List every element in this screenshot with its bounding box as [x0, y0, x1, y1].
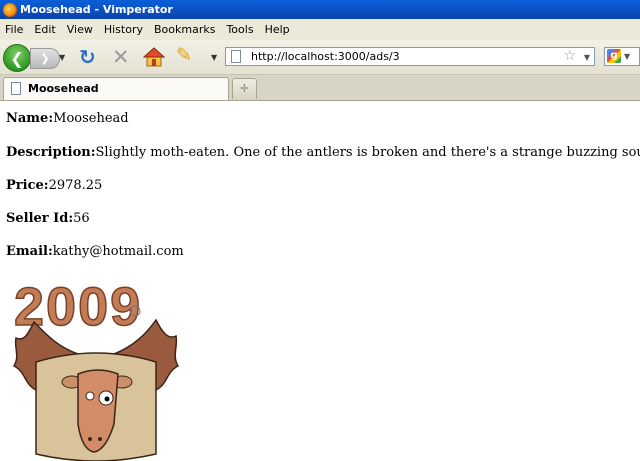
- url-text[interactable]: http://localhost:3000/ads/3: [251, 50, 400, 63]
- menu-view[interactable]: View: [67, 23, 93, 36]
- window-title: Moosehead - Vimperator: [20, 3, 173, 16]
- ad-email: kathy@hotmail.com: [52, 244, 184, 259]
- ad-price-row: Price:2978.25: [6, 178, 102, 193]
- tab-label: Moosehead: [28, 82, 99, 95]
- search-engine-box[interactable]: g ▼: [604, 47, 640, 66]
- bookmark-star-icon[interactable]: ☆: [563, 48, 576, 64]
- reload-icon[interactable]: ↻: [79, 45, 96, 69]
- window-titlebar: Moosehead - Vimperator: [0, 0, 640, 19]
- description-label: Description:: [6, 145, 96, 160]
- home-icon[interactable]: [143, 46, 165, 68]
- forward-arrow-icon: ❯: [40, 52, 50, 65]
- ad-name: Moosehead: [53, 111, 129, 126]
- seller-label: Seller Id:: [6, 211, 74, 226]
- new-tab-button[interactable]: ✛: [232, 78, 257, 99]
- ad-name-row: Name:Moosehead: [6, 111, 129, 126]
- ad-seller-row: Seller Id:56: [6, 211, 90, 226]
- plus-icon: ✛: [239, 82, 250, 95]
- menu-edit[interactable]: Edit: [34, 23, 55, 36]
- moosehead-image: 2009: [12, 276, 180, 461]
- name-label: Name:: [6, 111, 54, 126]
- menu-help[interactable]: Help: [265, 23, 290, 36]
- back-button[interactable]: ❮: [3, 44, 31, 72]
- tab-moosehead[interactable]: Moosehead: [3, 77, 229, 100]
- history-dropdown-icon[interactable]: ▼: [59, 53, 65, 62]
- ad-description: Slightly moth-eaten. One of the antlers …: [95, 145, 640, 160]
- url-bar[interactable]: http://localhost:3000/ads/3 ☆ ▼: [225, 47, 595, 66]
- email-label: Email:: [6, 244, 53, 259]
- forward-button[interactable]: ❯: [30, 48, 60, 69]
- price-label: Price:: [6, 178, 49, 193]
- google-icon[interactable]: g: [607, 49, 621, 63]
- page-icon: [11, 82, 21, 95]
- ad-price: 2978.25: [48, 178, 103, 193]
- url-dropdown-icon[interactable]: ▼: [584, 53, 590, 62]
- ad-description-row: Description:Slightly moth-eaten. One of …: [6, 145, 640, 160]
- menu-bar: File Edit View History Bookmarks Tools H…: [0, 19, 640, 40]
- menu-tools[interactable]: Tools: [226, 23, 253, 36]
- menu-history[interactable]: History: [104, 23, 143, 36]
- page-content: Name:Moosehead Description:Slightly moth…: [0, 101, 640, 461]
- back-arrow-icon: ❮: [10, 48, 24, 68]
- navigation-toolbar: ❮ ❯ ▼ ↻ ✕ ✎ ▼ http://localhost:3000/ads/…: [0, 40, 640, 75]
- page-icon: [231, 50, 241, 63]
- tab-strip: Moosehead ✛: [0, 75, 640, 101]
- firefox-icon: [3, 2, 17, 17]
- stop-icon[interactable]: ✕: [112, 45, 130, 69]
- pencil-icon[interactable]: ✎: [176, 44, 192, 66]
- ad-seller-id: 56: [73, 211, 90, 226]
- menu-bookmarks[interactable]: Bookmarks: [154, 23, 215, 36]
- ad-email-row: Email:kathy@hotmail.com: [6, 244, 184, 259]
- pencil-dropdown-icon[interactable]: ▼: [211, 53, 217, 62]
- search-engine-dropdown-icon[interactable]: ▼: [624, 52, 630, 61]
- menu-file[interactable]: File: [5, 23, 23, 36]
